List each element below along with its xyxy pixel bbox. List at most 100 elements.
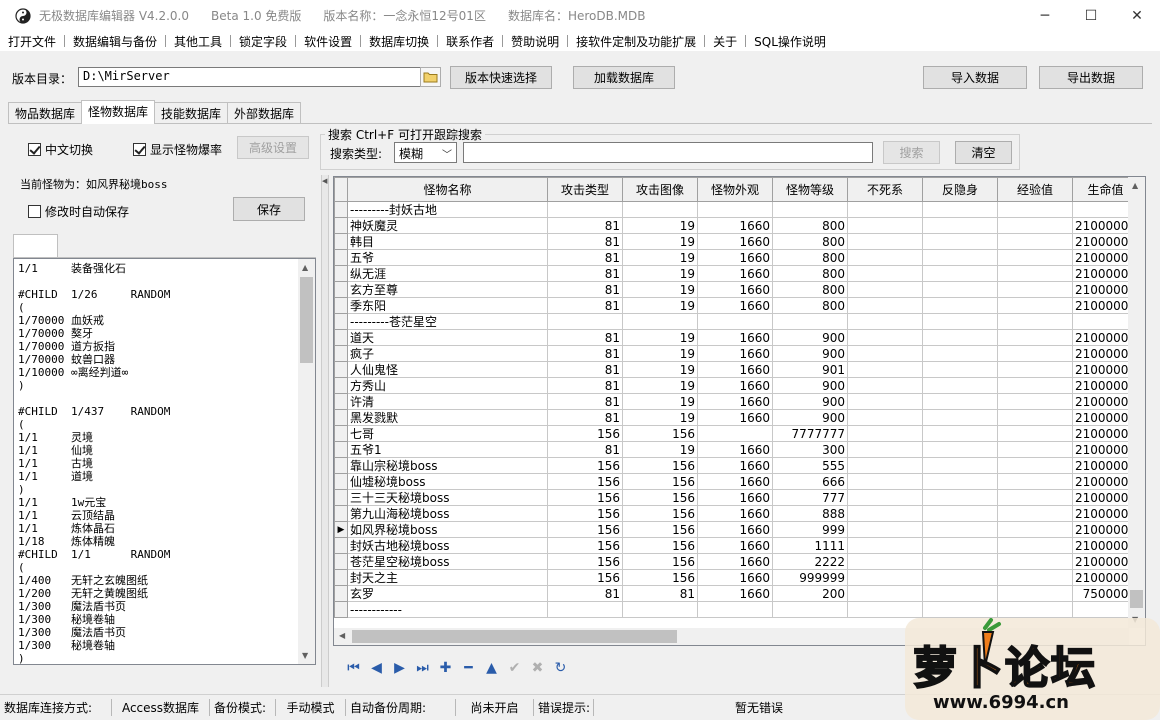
menu-item[interactable]: 联系作者 — [438, 33, 502, 50]
table-cell[interactable] — [847, 265, 923, 282]
table-cell[interactable]: 156 — [622, 569, 698, 586]
table-cell[interactable]: 2222 — [772, 553, 848, 570]
table-row[interactable]: 季东阳 81 19 1660 800 21000000 — [334, 297, 1140, 314]
table-row[interactable]: 第九山海秘境boss 156 156 1660 888 21000000 — [334, 505, 1140, 522]
table-cell[interactable]: 方秀山 — [347, 377, 548, 394]
table-cell[interactable]: 1660 — [697, 505, 773, 522]
table-cell[interactable]: 901 — [772, 361, 848, 378]
table-cell[interactable] — [847, 345, 923, 362]
table-cell[interactable]: 1660 — [697, 233, 773, 250]
table-cell[interactable]: 800 — [772, 297, 848, 314]
table-row[interactable]: 韩目 81 19 1660 800 21000000 — [334, 233, 1140, 250]
table-cell[interactable] — [847, 521, 923, 538]
table-cell[interactable]: 19 — [622, 345, 698, 362]
table-cell[interactable]: ---------封妖古地 — [347, 201, 548, 218]
table-cell[interactable] — [847, 601, 923, 618]
table-cell[interactable] — [847, 313, 923, 330]
table-cell[interactable] — [847, 217, 923, 234]
row-indicator[interactable] — [334, 361, 348, 378]
table-cell[interactable] — [922, 393, 998, 410]
table-cell[interactable]: 19 — [622, 281, 698, 298]
table-cell[interactable] — [847, 441, 923, 458]
table-cell[interactable] — [997, 489, 1073, 506]
advanced-settings-button[interactable]: 高级设置 — [237, 136, 309, 159]
table-cell[interactable] — [997, 297, 1073, 314]
table-cell[interactable]: 81 — [547, 249, 623, 266]
table-cell[interactable] — [922, 233, 998, 250]
monster-grid[interactable]: 怪物名称 攻击类型 攻击图像 怪物外观 怪物等级 不死系 反隐身 经验值 生命值 -------… — [333, 176, 1146, 646]
table-cell[interactable] — [847, 409, 923, 426]
table-cell[interactable]: 1660 — [697, 345, 773, 362]
table-row[interactable]: 玄方至尊 81 19 1660 800 21000000 — [334, 281, 1140, 298]
table-cell[interactable] — [922, 201, 998, 218]
table-cell[interactable]: 81 — [547, 265, 623, 282]
grid-vscroll-thumb[interactable] — [1130, 590, 1143, 608]
save-button[interactable]: 保存 — [233, 197, 305, 221]
prior-record-icon[interactable]: ◀ — [365, 657, 388, 680]
menu-item[interactable]: 其他工具 — [166, 33, 230, 50]
table-cell[interactable] — [847, 473, 923, 490]
table-cell[interactable] — [997, 409, 1073, 426]
table-row[interactable]: 五爷 81 19 1660 800 21000000 — [334, 249, 1140, 266]
quick-select-button[interactable]: 版本快速选择 — [450, 66, 552, 89]
table-cell[interactable] — [922, 601, 998, 618]
table-cell[interactable] — [922, 489, 998, 506]
current-row-indicator-icon[interactable]: ▶ — [334, 521, 348, 538]
table-cell[interactable] — [847, 505, 923, 522]
table-cell[interactable]: 156 — [547, 505, 623, 522]
table-cell[interactable]: 五爷1 — [347, 441, 548, 458]
import-button[interactable]: 导入数据 — [923, 66, 1027, 89]
search-button[interactable]: 搜索 — [883, 141, 940, 164]
table-cell[interactable] — [847, 425, 923, 442]
table-cell[interactable]: 156 — [547, 457, 623, 474]
table-cell[interactable]: 900 — [772, 329, 848, 346]
table-cell[interactable]: 1660 — [697, 553, 773, 570]
table-cell[interactable] — [922, 457, 998, 474]
column-header[interactable]: 不死系 — [847, 177, 923, 202]
table-cell[interactable] — [997, 521, 1073, 538]
row-indicator[interactable] — [334, 217, 348, 234]
table-cell[interactable]: 800 — [772, 233, 848, 250]
row-indicator[interactable] — [334, 201, 348, 218]
table-cell[interactable]: 疯子 — [347, 345, 548, 362]
table-cell[interactable] — [997, 569, 1073, 586]
table-cell[interactable]: 1111 — [772, 537, 848, 554]
table-row[interactable]: 靠山宗秘境boss 156 156 1660 555 21000000 — [334, 457, 1140, 474]
table-cell[interactable]: 纵无涯 — [347, 265, 548, 282]
table-cell[interactable]: 156 — [547, 521, 623, 538]
table-cell[interactable] — [922, 377, 998, 394]
table-cell[interactable] — [922, 425, 998, 442]
table-cell[interactable] — [997, 361, 1073, 378]
table-cell[interactable] — [847, 329, 923, 346]
table-cell[interactable]: 19 — [622, 297, 698, 314]
table-cell[interactable] — [847, 297, 923, 314]
table-cell[interactable]: 156 — [622, 489, 698, 506]
row-indicator[interactable] — [334, 553, 348, 570]
table-cell[interactable]: 81 — [547, 441, 623, 458]
table-cell[interactable] — [997, 377, 1073, 394]
search-input[interactable] — [463, 142, 873, 163]
tab-skills[interactable]: 技能数据库 — [154, 102, 229, 123]
table-cell[interactable]: 888 — [772, 505, 848, 522]
table-cell[interactable]: 如风界秘境boss — [347, 521, 548, 538]
scroll-down-icon[interactable]: ▼ — [302, 651, 308, 660]
row-indicator[interactable] — [334, 249, 348, 266]
menu-item[interactable]: 关于 — [705, 33, 745, 50]
table-cell[interactable] — [922, 553, 998, 570]
table-cell[interactable] — [922, 537, 998, 554]
row-indicator[interactable] — [334, 537, 348, 554]
table-cell[interactable] — [847, 585, 923, 602]
table-cell[interactable]: 156 — [622, 425, 698, 442]
table-cell[interactable]: 1660 — [697, 217, 773, 234]
table-cell[interactable]: 156 — [547, 553, 623, 570]
row-indicator[interactable] — [334, 489, 348, 506]
table-cell[interactable]: 五爷 — [347, 249, 548, 266]
table-cell[interactable]: 900 — [772, 345, 848, 362]
load-db-button[interactable]: 加载数据库 — [573, 66, 675, 89]
table-cell[interactable]: 19 — [622, 409, 698, 426]
table-cell[interactable]: 81 — [547, 233, 623, 250]
grid-vscrollbar[interactable]: ▲ ▼ — [1128, 177, 1145, 628]
table-cell[interactable] — [847, 377, 923, 394]
table-cell[interactable] — [697, 201, 773, 218]
table-cell[interactable]: 1660 — [697, 297, 773, 314]
